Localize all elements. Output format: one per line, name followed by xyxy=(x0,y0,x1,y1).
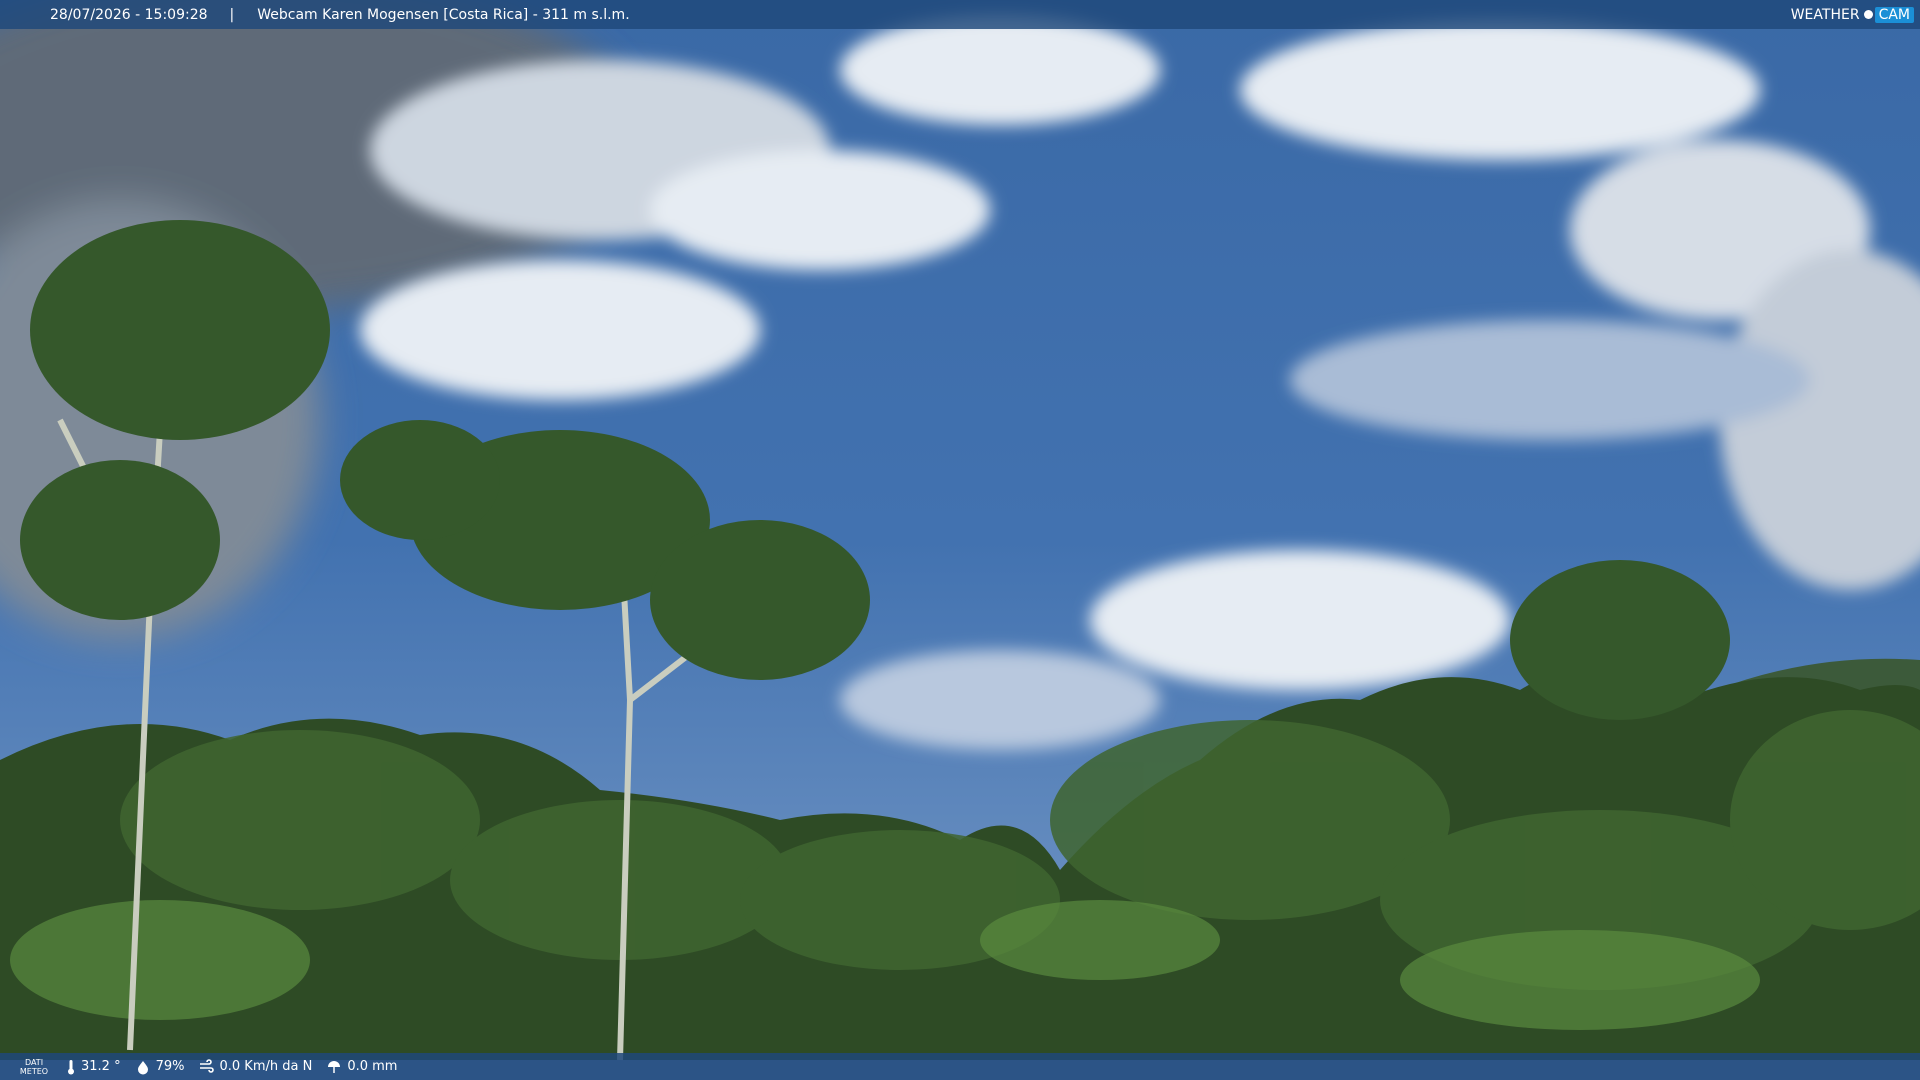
rain-value: 0.0 mm xyxy=(347,1059,398,1074)
logo-dot-icon xyxy=(1863,10,1873,19)
humidity-readout: 79% xyxy=(135,1059,185,1075)
wind-readout: 0.0 Km/h da N xyxy=(198,1058,313,1075)
wind-value: 0.0 Km/h da N xyxy=(219,1059,313,1074)
wind-icon xyxy=(200,1058,215,1073)
logo-cam: CAM xyxy=(1874,6,1914,23)
temperature-readout: 31.2 ° xyxy=(66,1059,121,1075)
weather-data-label: DATI METEO xyxy=(16,1058,52,1076)
weather-data-bar: DATI METEO 31.2 ° 79% 0.0 Km/h da N 0.0 … xyxy=(0,1053,1920,1080)
header-separator: | xyxy=(229,6,235,23)
webcam-title: Webcam Karen Mogensen [Costa Rica] - 311… xyxy=(257,6,630,23)
timestamp: 28/07/2026 - 15:09:28 xyxy=(50,6,208,23)
weather-data-label-line2: METEO xyxy=(19,1066,49,1076)
rain-icon xyxy=(328,1060,341,1073)
temperature-value: 31.2 ° xyxy=(81,1059,121,1074)
humidity-icon xyxy=(137,1060,148,1074)
logo-weather: WEATHER xyxy=(1790,6,1860,23)
weather-data-label-line1: DATI xyxy=(24,1057,44,1067)
humidity-value: 79% xyxy=(155,1059,185,1074)
rain-readout: 0.0 mm xyxy=(326,1059,397,1075)
webcam-image xyxy=(0,0,1920,1080)
header-bar: 28/07/2026 - 15:09:28 | Webcam Karen Mog… xyxy=(0,0,1920,29)
webcam-frame: 28/07/2026 - 15:09:28 | Webcam Karen Mog… xyxy=(0,0,1920,1080)
thermometer-icon xyxy=(68,1059,74,1074)
weathercam-logo: WEATHER CAM xyxy=(1789,4,1914,25)
